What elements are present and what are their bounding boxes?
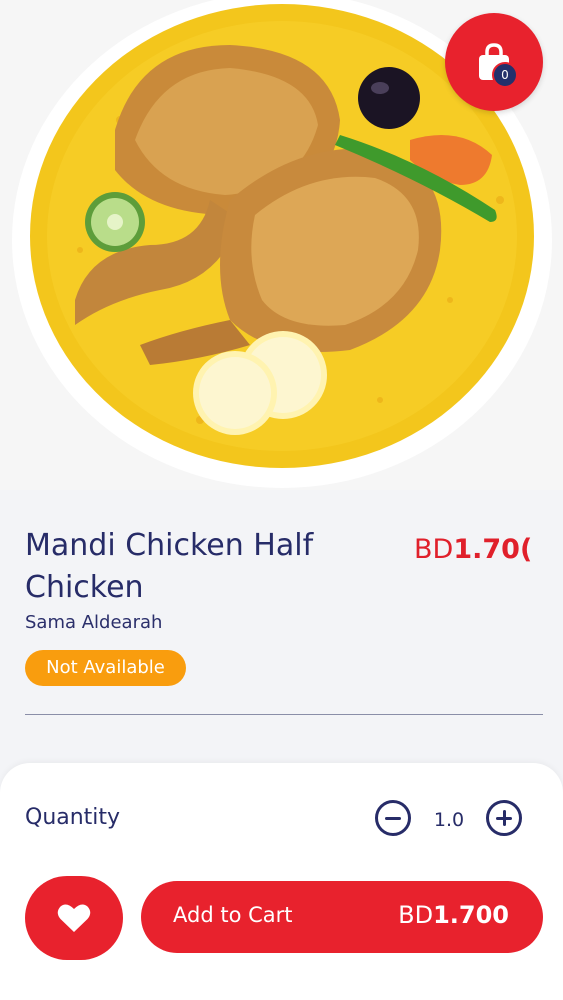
favorite-button[interactable] (25, 876, 123, 960)
section-divider (25, 714, 543, 715)
cart-button[interactable]: 0 (445, 13, 543, 111)
product-image: 0 (0, 0, 563, 490)
minus-circle-icon[interactable] (375, 800, 411, 836)
plus-circle-icon[interactable] (486, 800, 522, 836)
product-title: Mandi Chicken Half Chicken (25, 528, 314, 605)
price-amount: 1.70( (453, 534, 533, 565)
add-to-cart-price: BD1.700 (398, 901, 509, 929)
bottom-action-sheet: Quantity 1.0 Add to Cart BD1.700 (0, 763, 563, 1000)
product-price: BD1.70( (414, 534, 532, 565)
add-to-cart-button[interactable]: Add to Cart BD1.700 (141, 881, 543, 953)
product-info: Mandi Chicken Half Chicken BD1.70( Sama … (0, 490, 563, 770)
add-price-amount: 1.700 (433, 901, 509, 929)
quantity-value: 1.0 (433, 809, 465, 831)
availability-badge: Not Available (25, 650, 186, 686)
quantity-label: Quantity (25, 805, 121, 830)
vendor-name: Sama Aldearah (25, 612, 163, 633)
price-currency: BD (414, 534, 454, 565)
price-fade-edge (533, 530, 563, 580)
heart-icon (57, 904, 91, 932)
add-price-currency: BD (398, 901, 434, 929)
add-to-cart-label: Add to Cart (173, 903, 293, 927)
shopping-bag-icon: 0 (476, 42, 518, 88)
cart-count-badge: 0 (492, 62, 518, 88)
